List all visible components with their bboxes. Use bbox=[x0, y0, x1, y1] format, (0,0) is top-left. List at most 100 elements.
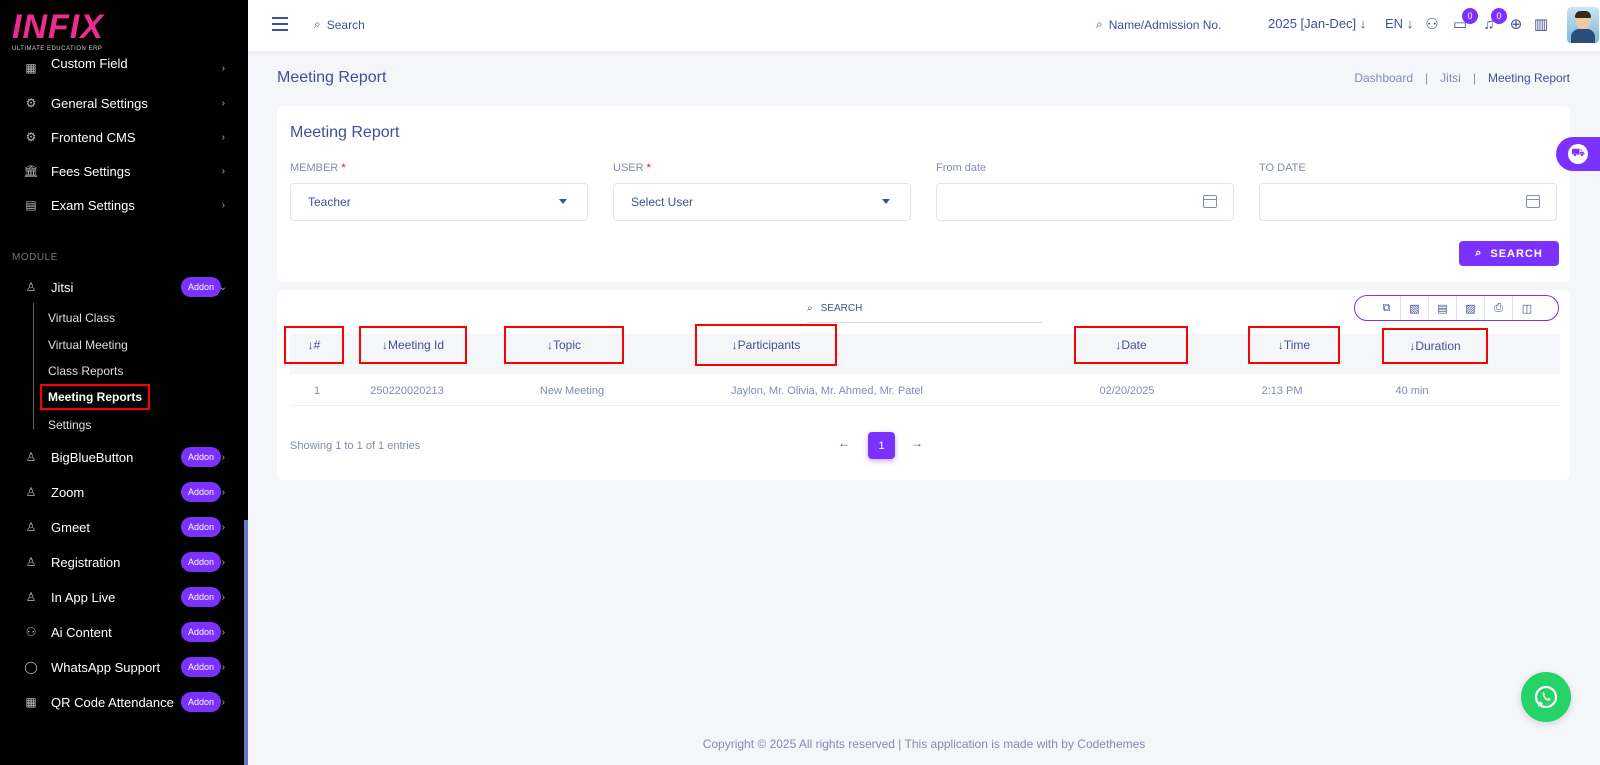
sidebar-item-qr-code-attendance[interactable]: ▦ QR Code Attendance Addon › bbox=[0, 688, 245, 716]
columns-icon[interactable]: ◫ bbox=[1513, 296, 1541, 320]
arrow-down-icon: ↓ bbox=[1359, 16, 1367, 31]
robot-icon[interactable]: ⚇ bbox=[1422, 14, 1442, 34]
entries-info: Showing 1 to 1 of 1 entries bbox=[290, 440, 421, 452]
pdf-icon[interactable]: ▨ bbox=[1457, 296, 1485, 320]
breadcrumb-dashboard[interactable]: Dashboard bbox=[1354, 71, 1413, 85]
sidebar-subitem-meeting-reports[interactable]: Meeting Reports bbox=[40, 384, 151, 410]
required-mark: * bbox=[341, 162, 346, 174]
prev-page-icon[interactable]: ← bbox=[838, 436, 850, 450]
page-number-button[interactable]: 1 bbox=[868, 432, 895, 459]
messages-button[interactable]: ▭ 0 bbox=[1450, 8, 1478, 34]
menu-toggle-icon[interactable] bbox=[272, 17, 288, 31]
sidebar-item-label: General Settings bbox=[51, 95, 148, 111]
addon-badge: Addon bbox=[181, 552, 221, 572]
column-header-date[interactable]: ↓ Date bbox=[1074, 326, 1188, 364]
chevron-right-icon: › bbox=[221, 626, 225, 638]
search-button[interactable]: ⌕ SEARCH bbox=[1459, 241, 1559, 266]
calendar-icon[interactable] bbox=[1526, 195, 1540, 208]
sidebar-subitem-class-reports[interactable]: Class Reports bbox=[48, 364, 123, 378]
filter-card: Meeting Report MEMBER * Teacher USER * S… bbox=[277, 106, 1570, 282]
cell-participants: Jaylon, Mr. Olivia, Mr. Ahmed, Mr. Patel bbox=[731, 385, 923, 397]
sidebar-item-exam-settings[interactable]: ▤ Exam Settings › bbox=[0, 191, 245, 219]
student-search[interactable]: ⌕ Name/Admission No. bbox=[1096, 17, 1221, 32]
sidebar-item-whatsapp-support[interactable]: ◯ WhatsApp Support Addon › bbox=[0, 653, 245, 681]
filter-card-title: Meeting Report bbox=[290, 124, 400, 141]
chart-icon[interactable]: ▥ bbox=[1531, 14, 1551, 34]
to-date-input[interactable] bbox=[1259, 183, 1557, 221]
sidebar-item-frontend-cms[interactable]: ⚙ Frontend CMS › bbox=[0, 123, 245, 151]
column-header-meeting-id[interactable]: ↓ Meeting Id bbox=[359, 326, 467, 364]
column-label: Time bbox=[1283, 338, 1311, 352]
sidebar-item-bigbluebutton[interactable]: ♙ BigBlueButton Addon › bbox=[0, 443, 245, 471]
whatsapp-icon bbox=[1534, 685, 1558, 709]
breadcrumb-separator: | bbox=[1472, 71, 1476, 85]
column-header-participants[interactable]: ↓ Participants bbox=[695, 324, 837, 366]
member-label: MEMBER * bbox=[290, 162, 346, 174]
calendar-icon[interactable] bbox=[1203, 195, 1217, 208]
sidebar-item-in-app-live[interactable]: ♙ In App Live Addon › bbox=[0, 583, 245, 611]
copy-icon[interactable]: ⧉ bbox=[1373, 296, 1401, 320]
message-count-badge: 0 bbox=[1462, 8, 1478, 24]
academic-year-select[interactable]: 2025 [Jan-Dec] ↓ bbox=[1268, 16, 1366, 31]
sidebar-item-label: Custom Field bbox=[51, 56, 128, 71]
sidebar-subitem-settings[interactable]: Settings bbox=[48, 418, 91, 432]
column-header-time[interactable]: ↓ Time bbox=[1248, 326, 1340, 364]
addon-badge: Addon bbox=[181, 482, 221, 502]
brand-logo[interactable]: INFIX ULTIMATE EDUCATION ERP bbox=[12, 10, 104, 52]
excel-icon[interactable]: ▧ bbox=[1401, 296, 1429, 320]
chevron-right-icon: › bbox=[221, 131, 225, 143]
cell-topic: New Meeting bbox=[539, 385, 605, 397]
language-value: EN bbox=[1385, 16, 1404, 31]
cart-tab[interactable]: ⛟ bbox=[1556, 137, 1600, 171]
header-search[interactable]: ⌕ Search bbox=[314, 17, 365, 32]
breadcrumb-jitsi[interactable]: Jitsi bbox=[1440, 71, 1461, 85]
table-search-input[interactable]: ⌕ SEARCH bbox=[807, 295, 1042, 323]
column-header-topic[interactable]: ↓ Topic bbox=[504, 326, 624, 364]
whatsapp-chat-button[interactable] bbox=[1521, 672, 1571, 722]
row-divider bbox=[290, 405, 1560, 406]
addon-badge: Addon bbox=[181, 447, 221, 467]
user-icon: ♙ bbox=[25, 555, 37, 569]
next-page-icon[interactable]: → bbox=[911, 436, 923, 450]
sidebar-item-jitsi[interactable]: ♙ Jitsi Addon ⌄ bbox=[0, 273, 245, 301]
cart-icon: ⛟ bbox=[1568, 144, 1588, 164]
academic-year-value: 2025 [Jan-Dec] bbox=[1268, 16, 1357, 31]
logo-tagline: ULTIMATE EDUCATION ERP bbox=[12, 46, 103, 52]
column-header-duration[interactable]: ↓ Duration bbox=[1382, 328, 1488, 364]
logo-text: INFIX bbox=[12, 8, 104, 46]
from-date-input[interactable] bbox=[936, 183, 1234, 221]
sidebar-item-zoom[interactable]: ♙ Zoom Addon › bbox=[0, 478, 245, 506]
user-select-value: Select User bbox=[631, 195, 694, 209]
member-select[interactable]: Teacher bbox=[290, 183, 588, 221]
user-select[interactable]: Select User bbox=[613, 183, 911, 221]
cell-time: 2:13 PM bbox=[1261, 385, 1303, 397]
bank-icon: 🏛 bbox=[23, 164, 39, 178]
sidebar-item-gmeet[interactable]: ♙ Gmeet Addon › bbox=[0, 513, 245, 541]
csv-icon[interactable]: ▤ bbox=[1429, 296, 1457, 320]
sidebar-item-fees-settings[interactable]: 🏛 Fees Settings › bbox=[0, 157, 245, 185]
sidebar-item-registration[interactable]: ♙ Registration Addon › bbox=[0, 548, 245, 576]
cell-index: 1 bbox=[313, 385, 321, 397]
sidebar-scrollbar[interactable] bbox=[244, 520, 248, 765]
sidebar: INFIX ULTIMATE EDUCATION ERP ▦ Custom Fi… bbox=[0, 0, 248, 765]
print-icon[interactable]: ⎙ bbox=[1485, 296, 1513, 320]
header-search-label: Search bbox=[326, 17, 365, 32]
sidebar-subitem-virtual-class[interactable]: Virtual Class bbox=[48, 311, 115, 325]
globe-icon[interactable]: ⊕ bbox=[1506, 14, 1526, 34]
sidebar-subitem-virtual-meeting[interactable]: Virtual Meeting bbox=[48, 338, 128, 352]
chevron-right-icon: › bbox=[221, 486, 225, 498]
search-icon: ⌕ bbox=[807, 303, 813, 314]
sidebar-item-general-settings[interactable]: ⚙ General Settings › bbox=[0, 89, 245, 117]
robot-icon: ⚇ bbox=[25, 625, 37, 639]
from-date-label: From date bbox=[936, 162, 987, 174]
language-select[interactable]: EN ↓ bbox=[1385, 16, 1413, 31]
sidebar-item-custom-field[interactable]: ▦ Custom Field › bbox=[0, 56, 245, 80]
avatar[interactable] bbox=[1567, 7, 1599, 43]
sidebar-item-label: Fees Settings bbox=[51, 163, 131, 179]
chevron-right-icon: › bbox=[221, 451, 225, 463]
notifications-button[interactable]: ♫ 0 bbox=[1479, 8, 1507, 34]
chevron-right-icon: › bbox=[221, 521, 225, 533]
column-header-index[interactable]: ↓ # bbox=[284, 326, 344, 364]
top-header: ⌕ Search ⌕ Name/Admission No. 2025 [Jan-… bbox=[248, 0, 1600, 51]
sidebar-item-ai-content[interactable]: ⚇ Ai Content Addon › bbox=[0, 618, 245, 646]
